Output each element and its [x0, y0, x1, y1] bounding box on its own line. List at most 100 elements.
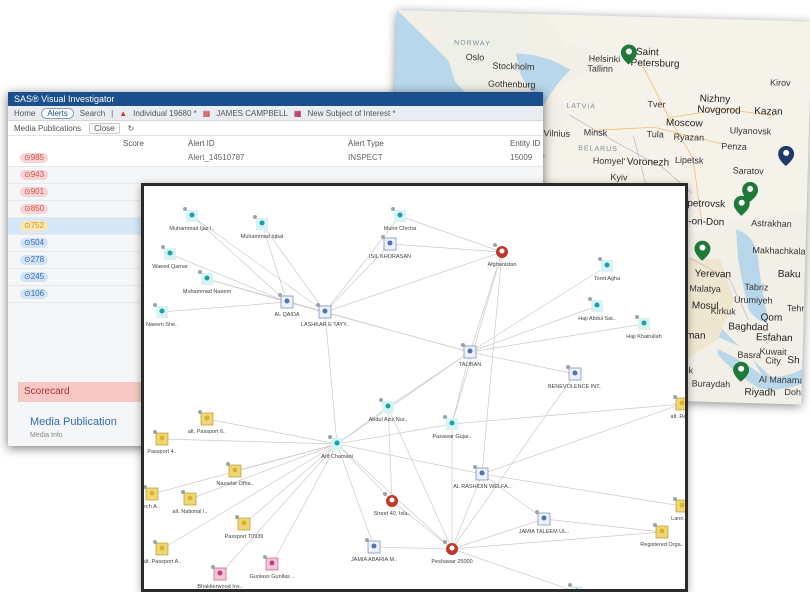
tab-alerts[interactable]: Alerts [41, 107, 74, 119]
graph-node-passport[interactable]: Registered Orga.. [640, 523, 684, 548]
node-label: alt. Passport A.. [144, 559, 182, 565]
graph-node-org[interactable]: LASHKAR E TAYY.. [301, 303, 350, 328]
graph-node-org[interactable]: JAMIA ABARIA M.. [351, 538, 398, 563]
map-city-label: Makhachkala [752, 245, 806, 257]
node-glyph [189, 212, 195, 218]
media-publications-dropdown[interactable]: Media Publications [14, 124, 81, 133]
graph-node-person[interactable]: Munir Chicha [384, 207, 417, 232]
graph-node-person[interactable]: Abdul Aziz Nur.. [369, 398, 408, 423]
graph-node-person[interactable]: Muhammad Iqbal [241, 215, 284, 240]
node-glyph [594, 302, 600, 308]
graph-node-place[interactable]: Peshawar 25000 [431, 540, 473, 565]
map-city-label: Kirov [769, 77, 791, 89]
map-pin-icon[interactable] [694, 240, 711, 261]
score-badge: ⊙901 [20, 187, 49, 197]
node-label: Munir Chicha [384, 226, 417, 232]
warning-icon: ▲ [119, 108, 128, 118]
node-badge [635, 315, 639, 319]
node-label: Naeem She.. [146, 322, 179, 328]
close-button[interactable]: Close [89, 122, 120, 134]
node-label: alt. National I.. [172, 509, 208, 515]
node-badge [263, 555, 267, 559]
map-pin-icon[interactable] [620, 44, 638, 65]
graph-edge [336, 443, 483, 475]
column-alert-type[interactable]: Alert Type [348, 139, 384, 148]
graph-node-place[interactable]: Street 40, Isla.. [374, 492, 411, 517]
node-label: Nazarlar Ofha.. [216, 481, 254, 487]
graph-edge [399, 215, 503, 253]
node-glyph [679, 502, 685, 508]
refresh-icon[interactable]: ↻ [128, 124, 135, 133]
alert-type-cell: INSPECT [348, 153, 383, 162]
map-city-label: LATVIA [566, 102, 597, 111]
node-label: BENEVOLENCE INT.. [548, 384, 603, 390]
scorecard-header[interactable]: Scorecard [18, 382, 144, 402]
tab-james-campbell[interactable]: JAMES CAMPBELL [216, 109, 288, 118]
graph-node-org[interactable]: BENEVOLENCE INT.. [548, 365, 603, 390]
node-badge [365, 538, 369, 542]
table-row[interactable]: ⊙943 [8, 167, 208, 184]
graph-node-pink[interactable]: Gunlass Gunllas .. [250, 555, 295, 580]
node-glyph [187, 495, 193, 501]
graph-node-person[interactable]: Toret Agha [594, 257, 621, 282]
node-glyph [259, 220, 265, 226]
graph-node-person[interactable]: Haji Khairullah [626, 315, 662, 340]
graph-node-passport[interactable]: alt. Passport 6.. [188, 410, 227, 435]
score-badge: ⊙943 [20, 170, 49, 180]
tab-home[interactable]: Home [14, 109, 35, 118]
graph-edge [219, 443, 338, 575]
map-city-label: NORWAY [454, 39, 491, 48]
tab-search[interactable]: Search [80, 109, 105, 118]
graph-node-person[interactable]: Muhammad Naeem [183, 270, 232, 295]
graph-node-person[interactable]: Muhammad Ijaz I.. [169, 207, 215, 232]
graph-edge [206, 418, 338, 445]
graph-node-person[interactable]: Waeed Qamar [152, 245, 188, 270]
graph-node-passport[interactable]: alt. Passport A.. [144, 540, 182, 565]
node-badge [673, 395, 677, 399]
map-pin-icon[interactable] [778, 145, 795, 166]
graph-node-person[interactable]: Arif Chamani [321, 435, 353, 460]
graph-node-org[interactable]: AL QAIDA [274, 293, 300, 318]
table-row[interactable]: ⊙985 [8, 150, 208, 167]
node-label: Abdul Aziz Nur.. [369, 417, 408, 423]
map-city-label: Tabriz [744, 281, 769, 293]
node-label: AL QAIDA [274, 312, 299, 318]
graph-node-person[interactable] [568, 583, 583, 589]
network-graph[interactable]: Muhammad Ijaz I.. Muhammad Iqbal Munir Chi… [144, 186, 685, 589]
column-score[interactable]: Score [123, 139, 144, 148]
map-city-label: Minsk [583, 127, 608, 138]
graph-node-passport[interactable]: Passport T0939 [225, 515, 264, 540]
graph-node-pink[interactable]: Bhakkerwood Ins.. [197, 565, 243, 589]
node-badge [153, 540, 157, 544]
graph-node-person[interactable]: Haji Abdul Sat.. [578, 297, 616, 322]
graph-node-org[interactable]: JAMIA TALEEM UL.. [519, 510, 570, 535]
graph-node-person[interactable]: Pazawar Gujar.. [432, 415, 472, 440]
tab-separator: | [111, 108, 114, 118]
map-pin-icon[interactable] [733, 361, 750, 382]
graph-node-passport[interactable]: Passport 4.. [147, 430, 177, 455]
graph-node-passport[interactable]: Lann Ant [671, 497, 685, 522]
graph-node-person[interactable]: Naeem She.. [146, 303, 179, 328]
node-label: Gunlass Gunllas .. [250, 574, 295, 580]
graph-edge [451, 373, 576, 550]
map-pin-icon[interactable] [733, 195, 750, 216]
map-city-label: Malatya [689, 283, 721, 295]
tab-individual[interactable]: Individual 19680 * [133, 109, 197, 118]
node-badge [211, 565, 215, 569]
graph-node-passport[interactable]: Nazarlar Ofha.. [216, 462, 254, 487]
node-badge [598, 257, 602, 261]
network-graph-window[interactable]: Muhammad Ijaz I.. Muhammad Iqbal Munir Chi… [141, 183, 688, 592]
graph-node-passport[interactable]: rch A.. [144, 485, 160, 510]
node-glyph [217, 570, 223, 576]
node-label: Muhammad Ijaz I.. [169, 226, 215, 232]
score-badge: ⊙278 [20, 255, 49, 265]
map-city-label: Saint [635, 46, 659, 59]
map-city-label: Penza [721, 141, 747, 152]
graph-node-passport[interactable]: alt. National I.. [172, 490, 208, 515]
score-badge: ⊙245 [20, 272, 49, 282]
graph-edge [189, 443, 338, 500]
node-label: Haji Khairullah [626, 334, 661, 340]
tab-new-subject[interactable]: New Subject of Interest * [307, 109, 395, 118]
column-alert-id[interactable]: Alert ID [188, 139, 215, 148]
column-entity-id[interactable]: Entity ID [510, 139, 540, 148]
